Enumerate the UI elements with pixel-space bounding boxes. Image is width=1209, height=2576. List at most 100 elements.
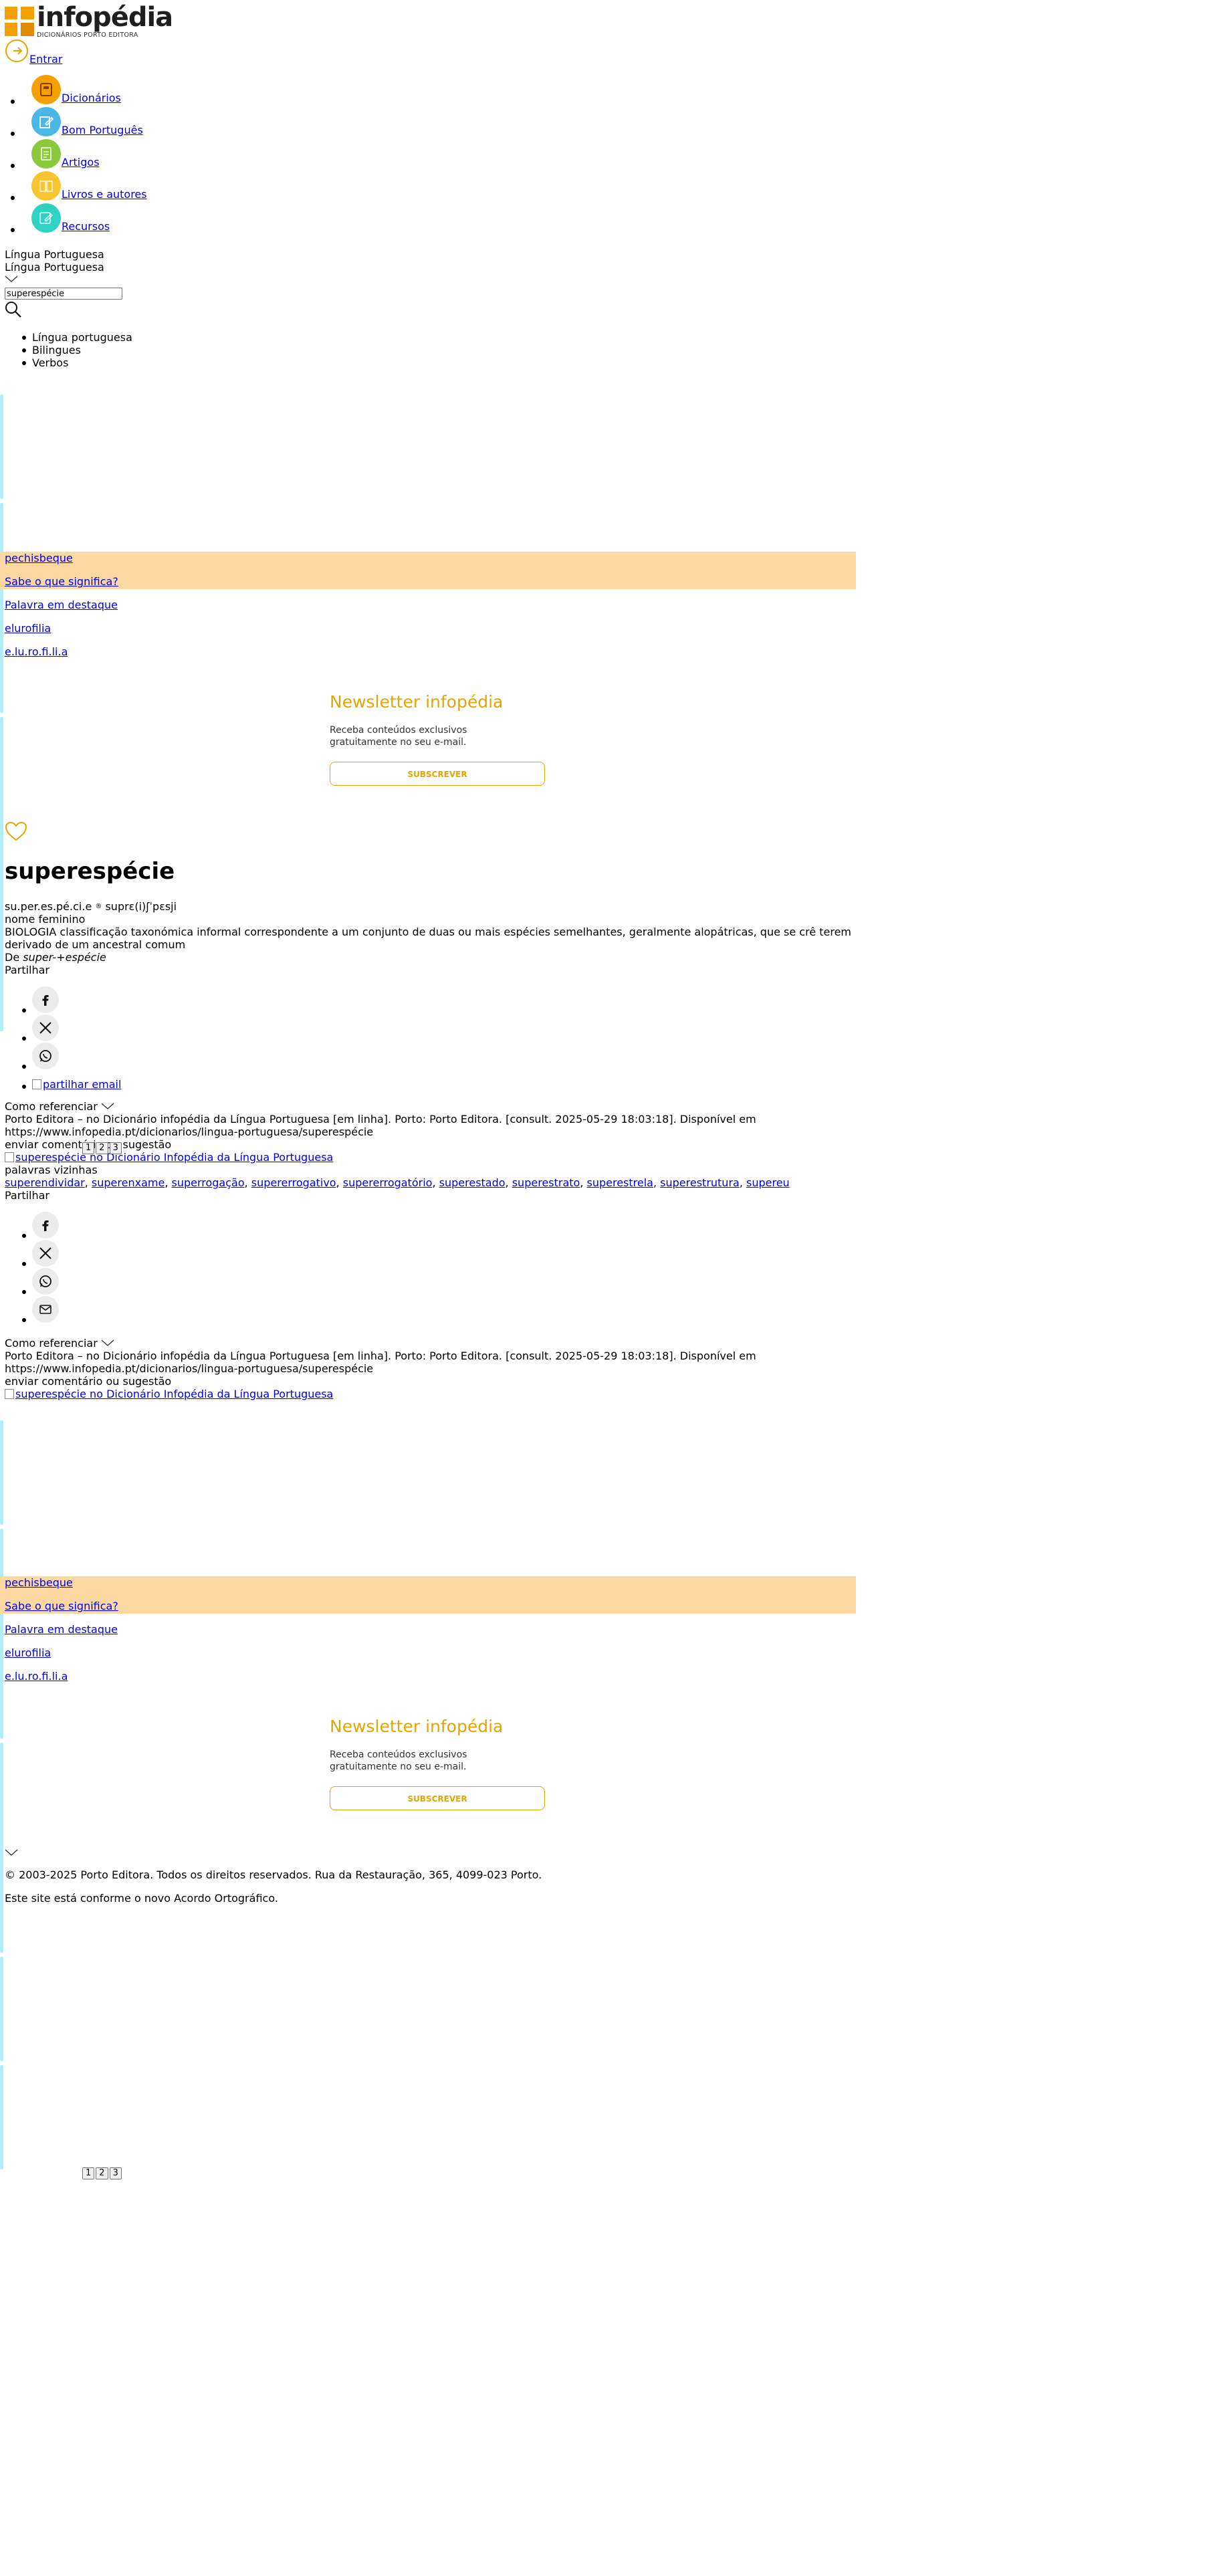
subscribe-button[interactable]: SUBSCREVER: [330, 762, 545, 786]
featured-word-link[interactable]: pechisbeque: [5, 1576, 73, 1589]
brand-logo[interactable]: infopédia DICIONÁRIOS PORTO EDITORA: [5, 4, 173, 39]
audio-icon[interactable]: ®: [95, 903, 102, 910]
dictionary-select[interactable]: Língua Portuguesa: [5, 261, 104, 274]
whatsapp-icon[interactable]: [32, 1268, 59, 1295]
neighbors-label: palavras vizinhas: [5, 1164, 98, 1176]
ad-placeholder: [0, 1957, 3, 2061]
logo-mark-icon: [5, 6, 34, 36]
nav-item-recursos[interactable]: Recursos: [11, 203, 110, 233]
highlight-label-link[interactable]: Palavra em destaque: [5, 599, 118, 611]
broken-image-icon: [5, 1389, 14, 1399]
whatsapp-icon[interactable]: [32, 1043, 59, 1069]
highlight-syllables-link[interactable]: e.lu.ro.fi.li.a: [5, 1670, 68, 1683]
category-verbos[interactable]: Verbos: [21, 356, 68, 369]
subscribe-button[interactable]: SUBSCREVER: [330, 1786, 545, 1810]
chevron-down-icon[interactable]: [5, 274, 18, 283]
x-twitter-icon[interactable]: [32, 1014, 59, 1041]
broken-image-icon: [5, 1152, 14, 1162]
entry-word: superespécie: [5, 858, 175, 885]
highlight-syllables-link[interactable]: e.lu.ro.fi.li.a: [5, 645, 68, 658]
nav-link-livros[interactable]: Livros e autores: [62, 188, 147, 201]
facebook-icon[interactable]: [32, 986, 59, 1013]
ad-placeholder: [0, 1529, 3, 1739]
x-twitter-icon[interactable]: [32, 1240, 59, 1267]
reference-toggle[interactable]: Como referenciar: [5, 1100, 114, 1113]
neighbor-word[interactable]: supereu: [746, 1176, 790, 1189]
footer-agreement: Este site está conforme o novo Acordo Or…: [5, 1892, 278, 1905]
edit-icon: [31, 203, 61, 233]
books-icon: [31, 171, 61, 201]
entry-definition-line: BIOLOGIA classificação taxonómica inform…: [5, 926, 854, 951]
carousel-pager: 1 2 3: [82, 2167, 122, 2179]
ad-placeholder: [0, 1743, 3, 1953]
carousel-pager: 1 2 3: [82, 1142, 122, 1154]
login-icon[interactable]: [5, 39, 29, 63]
nav-link-dicionarios[interactable]: Dicionários: [62, 92, 121, 104]
ad-placeholder: [0, 717, 3, 1031]
neighbor-word[interactable]: superenxame: [92, 1176, 164, 1189]
chevron-down-icon: [101, 1103, 114, 1109]
category-lingua-portuguesa[interactable]: Língua portuguesa: [22, 331, 132, 344]
pager-button-2[interactable]: 2: [96, 1142, 108, 1154]
neighbor-word[interactable]: superestrutura: [660, 1176, 740, 1189]
reference-image-link[interactable]: superespécie no Dicionário Infopédia da …: [5, 1388, 333, 1400]
know-meaning-link[interactable]: Sabe o que significa?: [5, 575, 118, 588]
featured-word-banner: [0, 552, 856, 589]
newsletter-text: Receba conteúdos exclusivos gratuitament…: [330, 1749, 467, 1772]
newsletter-title: Newsletter infopédia: [330, 1717, 504, 1736]
pager-button-3[interactable]: 3: [109, 1142, 122, 1154]
etymology-term: super-+espécie: [23, 951, 106, 964]
pager-button-2[interactable]: 2: [96, 2167, 108, 2179]
reference-citation: Porto Editora – no Dicionário infopédia …: [5, 1113, 756, 1138]
neighbor-word[interactable]: supererrogativo: [251, 1176, 336, 1189]
nav-link-recursos[interactable]: Recursos: [62, 220, 110, 233]
feedback-link[interactable]: enviar comentário ou sugestão: [5, 1375, 171, 1388]
pager-button-1[interactable]: 1: [82, 2167, 95, 2179]
highlight-label-link[interactable]: Palavra em destaque: [5, 1623, 118, 1636]
chevron-down-icon[interactable]: [5, 1847, 18, 1856]
neighbor-word[interactable]: superestrato: [512, 1176, 580, 1189]
neighbor-word[interactable]: superendividar: [5, 1176, 85, 1189]
share-email-link[interactable]: partilhar email: [32, 1078, 121, 1091]
pager-button-1[interactable]: 1: [82, 1142, 95, 1154]
search-input[interactable]: [5, 288, 122, 300]
newsletter-text: Receba conteúdos exclusivos gratuitament…: [330, 725, 467, 748]
heart-icon[interactable]: [5, 821, 27, 841]
featured-word-link[interactable]: pechisbeque: [5, 552, 73, 564]
know-meaning-link[interactable]: Sabe o que significa?: [5, 1600, 118, 1612]
nav-item-bom-portugues[interactable]: Bom Português: [11, 107, 143, 136]
search-icon[interactable]: [5, 301, 22, 318]
neighbors-list: superendividar, superenxame, superrogaçã…: [5, 1176, 790, 1189]
ad-placeholder: [0, 503, 3, 713]
email-icon[interactable]: [32, 1296, 59, 1323]
pencil-icon: [31, 107, 61, 136]
share-label: Partilhar: [5, 964, 49, 976]
category-bilingues[interactable]: Bilingues: [22, 344, 81, 356]
nav-link-bom-portugues[interactable]: Bom Português: [62, 124, 143, 136]
nav-item-artigos[interactable]: Artigos: [11, 139, 100, 169]
highlight-word-link[interactable]: elurofilia: [5, 622, 51, 635]
newsletter-title: Newsletter infopédia: [330, 692, 504, 712]
neighbor-word[interactable]: superrogação: [171, 1176, 244, 1189]
nav-link-artigos[interactable]: Artigos: [62, 156, 100, 169]
login-link[interactable]: Entrar: [29, 53, 62, 66]
highlight-word-link[interactable]: elurofilia: [5, 1646, 51, 1659]
pager-button-3[interactable]: 3: [109, 2167, 122, 2179]
entry-pronunciation: suprɛ(i)ʃˈpɛsji: [105, 900, 177, 913]
nav-item-livros[interactable]: Livros e autores: [11, 171, 147, 201]
reference-image-link[interactable]: superespécie no Dicionário Infopédia da …: [5, 1151, 333, 1164]
footer-copyright: © 2003-2025 Porto Editora. Todos os dire…: [5, 1868, 542, 1881]
nav-item-dicionarios[interactable]: Dicionários: [11, 75, 121, 104]
reference-toggle[interactable]: Como referenciar: [5, 1337, 114, 1350]
brand-name: infopédia: [37, 2, 173, 33]
entry-grammar: nome feminino: [5, 913, 86, 926]
neighbor-word[interactable]: supererrogatório: [343, 1176, 433, 1189]
broken-image-icon: [32, 1079, 41, 1089]
neighbor-word[interactable]: superestrela: [587, 1176, 653, 1189]
brand-tagline: DICIONÁRIOS PORTO EDITORA: [37, 31, 138, 39]
entry-definition: classificação taxonómica informal corres…: [5, 926, 852, 951]
entry-etymology: De super-+espécie: [5, 951, 106, 964]
ad-placeholder: [0, 395, 3, 499]
facebook-icon[interactable]: [32, 1212, 59, 1239]
neighbor-word[interactable]: superestado: [439, 1176, 506, 1189]
